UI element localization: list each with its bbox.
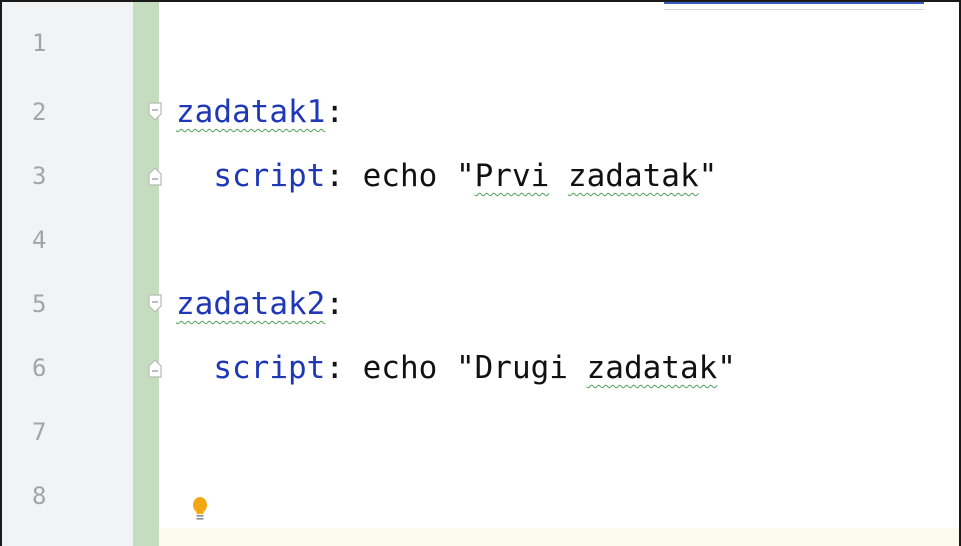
yaml-key: zadatak2 [176,286,326,322]
fold-end-icon[interactable] [148,358,162,378]
string-word: Prvi [474,158,550,194]
line-number: 5 [32,290,47,318]
line-number: 8 [32,482,47,510]
line-number: 4 [32,226,47,254]
vcs-change-marker[interactable] [133,2,159,546]
code-line-2[interactable]: zadatak1: [176,92,344,132]
code-line-3[interactable]: script: echo "Prvi zadatak" [176,156,717,196]
command-text: echo [343,158,456,194]
code-line-6[interactable]: script: echo "Drugi zadatak" [176,348,736,388]
yaml-colon: : [325,94,344,130]
yaml-colon: : [325,350,344,386]
lightbulb-icon[interactable] [190,495,210,523]
yaml-key: zadatak1 [176,94,326,130]
quote: " [455,158,475,194]
string-word: zadatak [567,158,699,194]
string-word: Drugi [474,350,568,386]
yaml-key: script [213,158,326,194]
editor-text-area[interactable] [159,2,959,546]
quote: " [717,350,736,386]
line-number: 3 [32,162,47,190]
quote: " [698,158,718,194]
line-number: 2 [32,98,47,126]
fold-open-icon[interactable] [148,102,162,122]
yaml-key: script [213,350,326,386]
tab-indicator [664,2,924,10]
fold-open-icon[interactable] [148,294,162,314]
fold-end-icon[interactable] [148,166,162,186]
code-line-5[interactable]: zadatak2: [176,284,344,324]
code-editor[interactable]: 1 2 3 4 5 6 7 8 zadatak1: script: echo "… [0,0,961,546]
yaml-colon: : [325,158,344,194]
quote: " [455,350,475,386]
line-number-gutter[interactable]: 1 2 3 4 5 6 7 8 [2,2,133,546]
caret-row-highlight [159,528,959,546]
yaml-colon: : [325,286,344,322]
command-text: echo [343,350,456,386]
line-number: 7 [32,418,47,446]
string-word: zadatak [586,350,718,386]
line-number: 6 [32,354,47,382]
line-number: 1 [32,29,47,57]
